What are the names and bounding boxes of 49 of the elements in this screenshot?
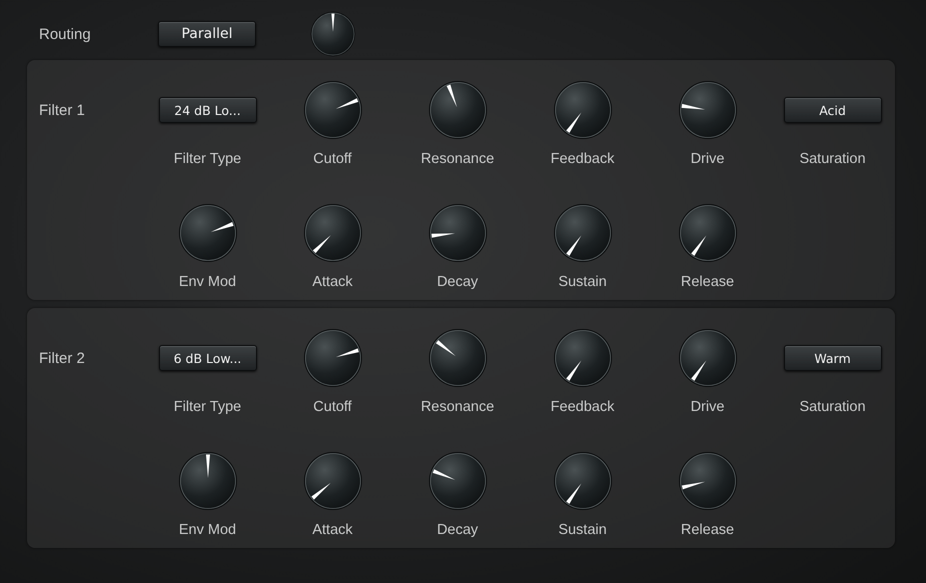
dropdown[interactable]: 24 dB Lo... bbox=[158, 97, 256, 123]
knob[interactable] bbox=[428, 80, 488, 140]
knob[interactable] bbox=[178, 203, 238, 263]
knob[interactable] bbox=[302, 451, 362, 511]
routing-label: Routing bbox=[38, 26, 92, 42]
knob[interactable] bbox=[302, 328, 362, 388]
control-label: Resonance bbox=[420, 151, 494, 167]
routing-dropdown[interactable]: Parallel bbox=[158, 21, 256, 47]
control-label: Attack bbox=[312, 522, 353, 538]
control-label: Decay bbox=[436, 274, 478, 290]
control-label: Drive bbox=[690, 399, 724, 415]
dropdown[interactable]: Acid bbox=[784, 97, 882, 123]
control-label: Release bbox=[680, 522, 734, 538]
control-label: Release bbox=[680, 274, 734, 290]
knob[interactable] bbox=[552, 203, 612, 263]
control-label: Saturation bbox=[799, 151, 866, 167]
control-label: Cutoff bbox=[313, 151, 352, 167]
dropdown[interactable]: Warm bbox=[784, 345, 882, 371]
knob[interactable] bbox=[552, 451, 612, 511]
filter-label: Filter 1 bbox=[39, 102, 85, 118]
knob[interactable] bbox=[310, 11, 356, 57]
knob[interactable] bbox=[178, 451, 238, 511]
control-label: Attack bbox=[312, 274, 353, 290]
control-label: Filter Type bbox=[174, 399, 242, 415]
knob[interactable] bbox=[302, 203, 362, 263]
control-label: Sustain bbox=[558, 274, 607, 290]
knob[interactable] bbox=[678, 203, 738, 263]
control-label: Saturation bbox=[799, 399, 866, 415]
knob[interactable] bbox=[302, 80, 362, 140]
control-label: Env Mod bbox=[178, 522, 236, 538]
control-label: Env Mod bbox=[178, 274, 236, 290]
knob[interactable] bbox=[552, 80, 612, 140]
dropdown[interactable]: 6 dB Low... bbox=[158, 345, 256, 371]
knob[interactable] bbox=[428, 203, 488, 263]
control-label: Filter Type bbox=[174, 151, 242, 167]
knob[interactable] bbox=[428, 328, 488, 388]
control-label: Feedback bbox=[550, 151, 614, 167]
knob[interactable] bbox=[428, 451, 488, 511]
control-label: Decay bbox=[436, 522, 478, 538]
knob[interactable] bbox=[678, 328, 738, 388]
filter-label: Filter 2 bbox=[39, 350, 85, 366]
knob[interactable] bbox=[552, 328, 612, 388]
control-label: Sustain bbox=[558, 522, 607, 538]
knob[interactable] bbox=[678, 80, 738, 140]
knob[interactable] bbox=[678, 451, 738, 511]
control-label: Feedback bbox=[550, 399, 614, 415]
control-label: Resonance bbox=[420, 399, 494, 415]
control-label: Drive bbox=[690, 151, 724, 167]
control-label: Cutoff bbox=[313, 399, 352, 415]
